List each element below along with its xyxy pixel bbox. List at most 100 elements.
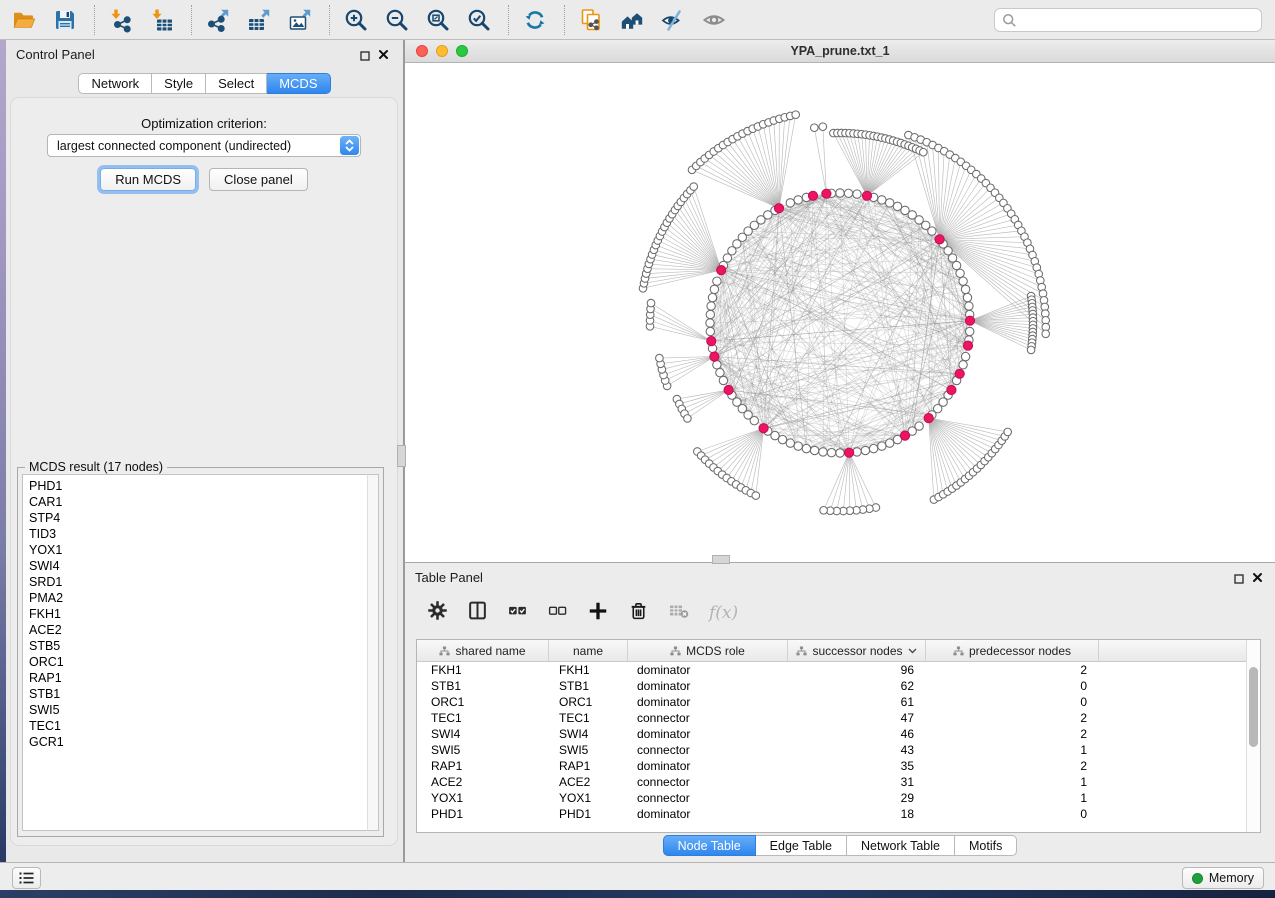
- network-node[interactable]: [959, 361, 967, 369]
- cell-name[interactable]: SWI4: [549, 726, 628, 742]
- close-table-panel-button[interactable]: [1252, 570, 1263, 588]
- table-tab-network-table[interactable]: Network Table: [847, 835, 955, 856]
- table-row[interactable]: PHD1PHD1dominator180: [417, 806, 1260, 822]
- network-node[interactable]: [707, 302, 715, 310]
- mcds-dominator-node[interactable]: [935, 235, 944, 244]
- save-session-button[interactable]: [49, 4, 81, 36]
- network-node[interactable]: [886, 199, 894, 207]
- cell-predecessor_nodes[interactable]: 1: [926, 742, 1099, 758]
- cell-successor_nodes[interactable]: 47: [788, 710, 926, 726]
- mcds-dominator-node[interactable]: [862, 191, 871, 200]
- mcds-dominator-node[interactable]: [822, 189, 831, 198]
- table-settings-button[interactable]: [427, 600, 448, 626]
- network-node[interactable]: [820, 507, 828, 515]
- mcds-dominator-node[interactable]: [710, 352, 719, 361]
- cell-predecessor_nodes[interactable]: 0: [926, 678, 1099, 694]
- network-node[interactable]: [959, 277, 967, 285]
- add-column-button[interactable]: [587, 600, 609, 627]
- cell-shared_name[interactable]: STB1: [417, 678, 549, 694]
- network-node[interactable]: [719, 376, 727, 384]
- select-all-button[interactable]: [507, 600, 528, 626]
- mcds-result-item[interactable]: ORC1: [29, 654, 367, 670]
- deselect-all-button[interactable]: [547, 600, 568, 626]
- table-scrollbar-thumb[interactable]: [1249, 667, 1258, 747]
- cell-shared_name[interactable]: ORC1: [417, 694, 549, 710]
- mcds-result-item[interactable]: GCR1: [29, 734, 367, 750]
- network-node[interactable]: [961, 285, 969, 293]
- mcds-dominator-node[interactable]: [947, 385, 956, 394]
- network-node[interactable]: [963, 293, 971, 301]
- open-file-button[interactable]: [8, 4, 40, 36]
- cell-predecessor_nodes[interactable]: 2: [926, 726, 1099, 742]
- network-node[interactable]: [844, 189, 852, 197]
- tab-style[interactable]: Style: [152, 73, 206, 94]
- cell-successor_nodes[interactable]: 61: [788, 694, 926, 710]
- cell-successor_nodes[interactable]: 31: [788, 774, 926, 790]
- table-row[interactable]: STB1STB1dominator620: [417, 678, 1260, 694]
- cell-shared_name[interactable]: TEC1: [417, 710, 549, 726]
- network-node[interactable]: [706, 327, 714, 335]
- cell-successor_nodes[interactable]: 46: [788, 726, 926, 742]
- mcds-dominator-node[interactable]: [808, 191, 817, 200]
- cell-shared_name[interactable]: FKH1: [417, 662, 549, 678]
- tab-mcds[interactable]: MCDS: [267, 73, 330, 94]
- export-image-button[interactable]: [284, 4, 316, 36]
- cell-mcds_role[interactable]: dominator: [628, 806, 788, 822]
- network-node[interactable]: [1042, 330, 1050, 338]
- network-node[interactable]: [810, 446, 818, 454]
- network-node[interactable]: [690, 183, 698, 191]
- cell-mcds_role[interactable]: connector: [628, 774, 788, 790]
- cell-shared_name[interactable]: SWI5: [417, 742, 549, 758]
- cell-predecessor_nodes[interactable]: 2: [926, 710, 1099, 726]
- horizontal-splitter-handle[interactable]: [712, 555, 730, 564]
- mcds-result-item[interactable]: ACE2: [29, 622, 367, 638]
- table-row[interactable]: TEC1TEC1connector472: [417, 710, 1260, 726]
- network-node[interactable]: [647, 299, 655, 307]
- table-tab-motifs[interactable]: Motifs: [955, 835, 1017, 856]
- hide-selected-button[interactable]: [657, 4, 689, 36]
- column-header-MCDS-role[interactable]: MCDS role: [628, 640, 788, 661]
- mcds-result-item[interactable]: CAR1: [29, 494, 367, 510]
- mcds-dominator-node[interactable]: [965, 316, 974, 325]
- network-node[interactable]: [708, 293, 716, 301]
- mcds-dominator-node[interactable]: [900, 431, 909, 440]
- table-row[interactable]: SWI5SWI5connector431: [417, 742, 1260, 758]
- cell-mcds_role[interactable]: connector: [628, 710, 788, 726]
- mcds-result-item[interactable]: PMA2: [29, 590, 367, 606]
- close-mcds-panel-button[interactable]: Close panel: [209, 168, 308, 191]
- run-mcds-button[interactable]: Run MCDS: [100, 168, 196, 191]
- cell-successor_nodes[interactable]: 96: [788, 662, 926, 678]
- network-node[interactable]: [794, 196, 802, 204]
- network-node[interactable]: [778, 435, 786, 443]
- mcds-result-item[interactable]: TID3: [29, 526, 367, 542]
- cell-mcds_role[interactable]: connector: [628, 742, 788, 758]
- cell-name[interactable]: YOX1: [549, 790, 628, 806]
- network-node[interactable]: [713, 277, 721, 285]
- apply-function-button[interactable]: f(x): [709, 603, 738, 623]
- table-row[interactable]: RAP1RAP1dominator352: [417, 758, 1260, 774]
- network-node[interactable]: [878, 442, 886, 450]
- cell-mcds_role[interactable]: dominator: [628, 678, 788, 694]
- mcds-list-scrollbar[interactable]: [367, 474, 379, 831]
- export-table-button[interactable]: [243, 4, 275, 36]
- tab-select[interactable]: Select: [206, 73, 267, 94]
- criterion-select[interactable]: largest connected component (undirected): [47, 134, 361, 157]
- network-node[interactable]: [792, 111, 800, 119]
- mcds-dominator-node[interactable]: [774, 204, 783, 213]
- mcds-dominator-node[interactable]: [724, 385, 733, 394]
- network-node[interactable]: [786, 439, 794, 447]
- mcds-result-item[interactable]: SWI5: [29, 702, 367, 718]
- cell-successor_nodes[interactable]: 29: [788, 790, 926, 806]
- cell-mcds_role[interactable]: connector: [628, 790, 788, 806]
- network-node[interactable]: [861, 446, 869, 454]
- mcds-result-item[interactable]: PHD1: [29, 478, 367, 494]
- cell-name[interactable]: ACE2: [549, 774, 628, 790]
- network-node[interactable]: [966, 327, 974, 335]
- vertical-splitter-handle[interactable]: [397, 445, 406, 467]
- refresh-view-button[interactable]: [519, 4, 551, 36]
- network-node[interactable]: [802, 444, 810, 452]
- float-control-panel-button[interactable]: [360, 48, 370, 66]
- import-network-button[interactable]: [105, 4, 137, 36]
- network-node[interactable]: [827, 449, 835, 457]
- cell-successor_nodes[interactable]: 62: [788, 678, 926, 694]
